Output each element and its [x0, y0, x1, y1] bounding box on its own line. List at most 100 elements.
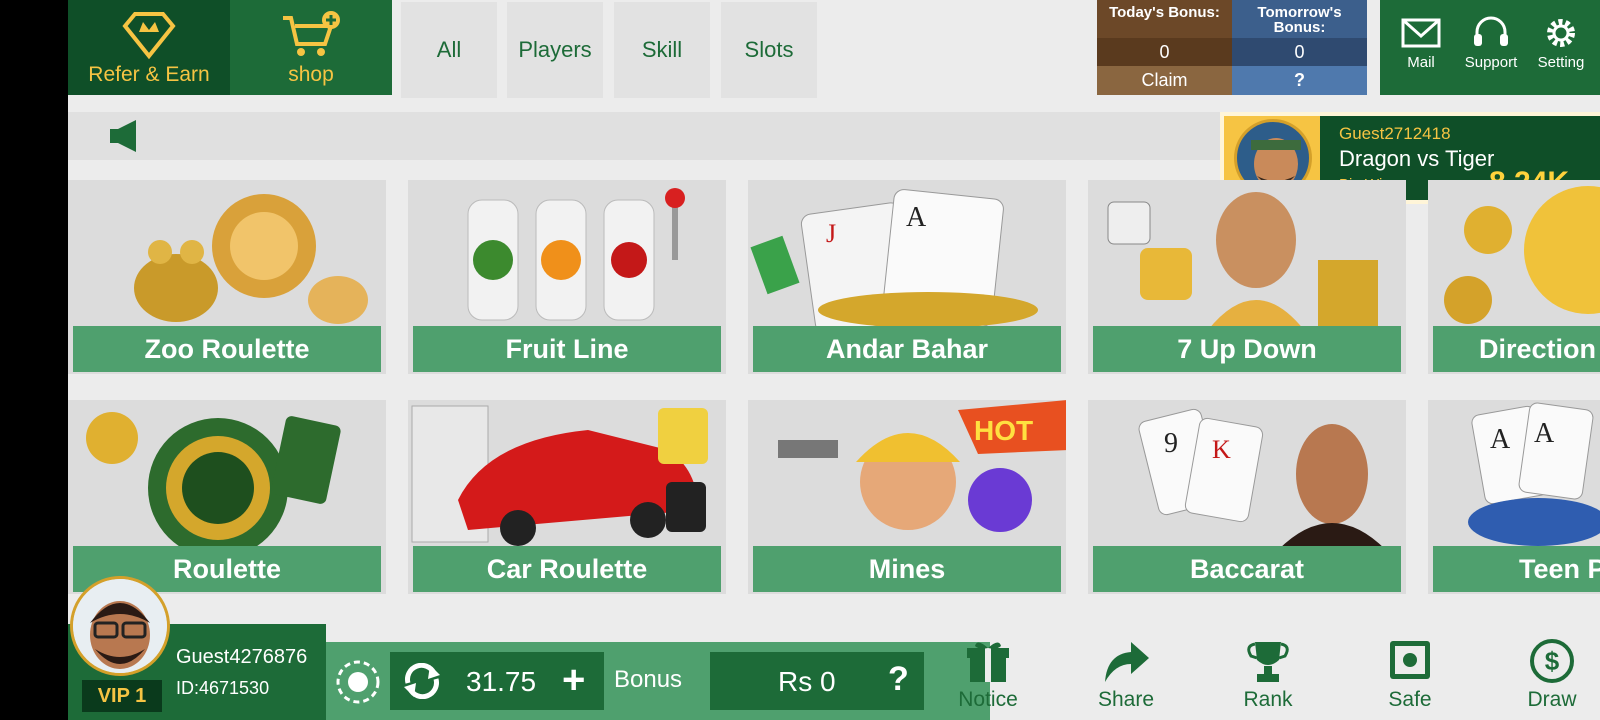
- game-title: Car Roulette: [413, 546, 721, 592]
- vip-badge: VIP 1: [82, 680, 162, 712]
- playing-cards-image: J A: [750, 189, 1038, 330]
- player-avatar[interactable]: [70, 576, 170, 676]
- player-avatar-face: [73, 579, 167, 673]
- today-bonus-value: 0: [1097, 38, 1232, 66]
- bonus-amount: Rs 0: [778, 666, 836, 697]
- support-label: Support: [1464, 54, 1518, 71]
- add-balance-button[interactable]: +: [562, 658, 585, 702]
- tab-players-label: Players: [518, 37, 592, 62]
- tab-all[interactable]: All: [401, 2, 497, 98]
- svg-text:K: K: [1212, 435, 1231, 464]
- lion-frog-image: [134, 194, 368, 324]
- winner-name: Guest2712418: [1339, 124, 1451, 143]
- slot-machine-image: [467, 188, 685, 321]
- game-card-car-roulette[interactable]: Car Roulette: [408, 400, 726, 594]
- safe-icon: [1390, 641, 1430, 679]
- shop-button[interactable]: shop: [230, 0, 392, 95]
- game-title: Baccarat: [1093, 546, 1401, 592]
- safe-label: Safe: [1388, 688, 1432, 711]
- refer-earn-button[interactable]: Refer & Earn: [68, 0, 230, 95]
- diamond-crown-icon: [122, 12, 176, 60]
- svg-text:$: $: [1545, 646, 1560, 676]
- gear-icon: [1547, 19, 1575, 47]
- sports-car-image: [411, 405, 708, 546]
- tab-skill[interactable]: Skill: [614, 2, 710, 98]
- cards-woman-image: 9 K: [1138, 408, 1386, 550]
- svg-text:9: 9: [1164, 428, 1178, 459]
- refresh-icon[interactable]: [400, 663, 444, 699]
- tab-skill-label: Skill: [641, 37, 683, 62]
- game-card-zoo-roulette[interactable]: Zoo Roulette: [68, 180, 386, 374]
- tab-slots-label: Slots: [744, 37, 794, 62]
- game-card-fruit-line[interactable]: Fruit Line: [408, 180, 726, 374]
- bonus-help-button[interactable]: ?: [888, 660, 909, 699]
- game-title: Teen Patti: [1433, 546, 1600, 592]
- tomorrow-bonus-value: 0: [1232, 38, 1367, 66]
- safe-button[interactable]: Safe: [1370, 638, 1450, 712]
- tab-all-label: All: [436, 37, 462, 62]
- trophy-icon: [1247, 642, 1289, 682]
- aces-chips-image: A A: [1468, 402, 1600, 546]
- game-title: Zoo Roulette: [73, 326, 381, 372]
- setting-label: Setting: [1537, 54, 1585, 71]
- bonus-label: Bonus: [614, 666, 683, 693]
- notice-label: Notice: [958, 688, 1018, 711]
- gift-icon: [967, 642, 1009, 682]
- draw-label: Draw: [1527, 688, 1577, 711]
- game-card-7-up-down[interactable]: 7 Up Down: [1088, 180, 1406, 374]
- share-icon: [1105, 642, 1149, 682]
- svg-text:HOT: HOT: [974, 415, 1033, 446]
- headset-icon: [1474, 16, 1508, 46]
- game-card-direction[interactable]: Direction: [1428, 180, 1600, 374]
- game-card-baccarat[interactable]: 9 K Baccarat: [1088, 400, 1406, 594]
- wallet-bar: 31.75 + Bonus Rs 0 ?: [326, 642, 990, 720]
- game-card-teen-patti[interactable]: A A Teen Patti: [1428, 400, 1600, 594]
- today-bonus-label: Today's Bonus:: [1097, 0, 1232, 38]
- game-title: Andar Bahar: [753, 326, 1061, 372]
- game-card-mines[interactable]: HOT Mines: [748, 400, 1066, 594]
- tomorrow-bonus-label: Tomorrow's Bonus:: [1232, 0, 1367, 38]
- mail-icon: [1401, 18, 1441, 48]
- dice-image: [1107, 192, 1378, 330]
- setting-button[interactable]: Setting: [1526, 16, 1596, 71]
- svg-text:J: J: [826, 219, 836, 248]
- player-id: ID:4671530: [176, 678, 270, 698]
- claim-button[interactable]: Claim: [1097, 66, 1232, 95]
- svg-text:A: A: [906, 202, 927, 233]
- tab-slots[interactable]: Slots: [721, 2, 817, 98]
- mail-button[interactable]: Mail: [1386, 16, 1456, 71]
- game-card-roulette[interactable]: Roulette: [68, 400, 386, 594]
- draw-button[interactable]: $ Draw: [1512, 638, 1592, 712]
- chip-icon: [336, 660, 380, 704]
- game-title: Mines: [753, 546, 1061, 592]
- game-card-andar-bahar[interactable]: J A Andar Bahar: [748, 180, 1066, 374]
- support-button[interactable]: Support: [1456, 16, 1526, 71]
- svg-text:A: A: [1534, 418, 1555, 449]
- utility-bar: Mail Support Setting: [1380, 0, 1600, 95]
- tomorrow-bonus-help-button[interactable]: ?: [1232, 66, 1367, 95]
- svg-text:A: A: [1490, 424, 1511, 455]
- miner-hot-image: HOT: [778, 400, 1066, 532]
- daily-bonus-panel: Today's Bonus: 0 Claim Tomorrow's Bonus:…: [1097, 0, 1367, 95]
- mail-label: Mail: [1407, 54, 1435, 71]
- tab-players[interactable]: Players: [507, 2, 603, 98]
- cart-icon: [283, 11, 340, 56]
- balance-amount: 31.75: [466, 666, 537, 697]
- winner-game: Dragon vs Tiger: [1339, 146, 1495, 171]
- rank-button[interactable]: Rank: [1228, 638, 1308, 712]
- share-button[interactable]: Share: [1086, 638, 1166, 712]
- coins-image: [1444, 186, 1600, 324]
- rank-label: Rank: [1243, 688, 1293, 711]
- shop-label: shop: [288, 63, 334, 86]
- balance-box: 31.75 +: [390, 652, 604, 710]
- tomorrow-bonus: Tomorrow's Bonus: 0 ?: [1232, 0, 1367, 95]
- bonus-box: Rs 0 ?: [710, 652, 924, 710]
- game-title: 7 Up Down: [1093, 326, 1401, 372]
- dollar-icon: $: [1530, 639, 1574, 683]
- game-title: Direction: [1433, 326, 1600, 372]
- share-label: Share: [1097, 688, 1155, 711]
- notice-button[interactable]: Notice: [948, 638, 1028, 712]
- today-bonus: Today's Bonus: 0 Claim: [1097, 0, 1232, 95]
- player-name: Guest4276876: [176, 646, 308, 668]
- speaker-icon[interactable]: [108, 118, 142, 154]
